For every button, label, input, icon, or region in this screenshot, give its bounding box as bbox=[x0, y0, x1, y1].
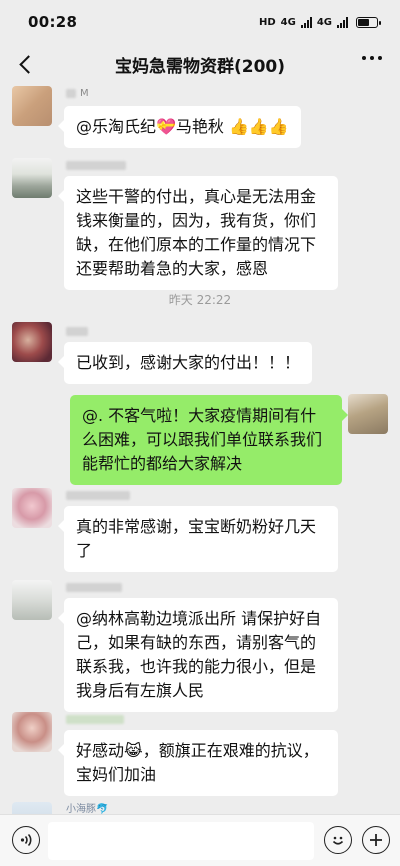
avatar[interactable] bbox=[12, 488, 52, 528]
sender-name bbox=[66, 489, 134, 501]
avatar[interactable] bbox=[12, 580, 52, 620]
message-input[interactable] bbox=[48, 822, 314, 860]
plus-icon[interactable] bbox=[362, 826, 390, 854]
message-list[interactable]: M @乐淘氏纪💝马艳秋 👍👍👍 这些干警的付出，真心是无法用金钱来衡量的，因为，… bbox=[0, 84, 400, 814]
network-4g-label: 4G bbox=[280, 16, 296, 28]
avatar[interactable] bbox=[12, 322, 52, 362]
input-bar bbox=[0, 814, 400, 866]
avatar[interactable] bbox=[12, 802, 52, 814]
message-bubble[interactable]: 这些干警的付出，真心是无法用金钱来衡量的，因为，我有货，你们缺，在他们原本的工作… bbox=[58, 176, 338, 290]
network-4g-label-2: 4G bbox=[316, 16, 332, 28]
sender-name bbox=[66, 159, 130, 171]
more-dots-icon[interactable] bbox=[362, 56, 382, 60]
status-icons: HD 4G 4G bbox=[258, 16, 381, 28]
sender-name: 小海豚🐬 bbox=[66, 803, 109, 815]
message-timestamp: 昨天 22:22 bbox=[168, 293, 232, 307]
avatar[interactable] bbox=[12, 86, 52, 126]
avatar[interactable] bbox=[12, 158, 52, 198]
sender-name bbox=[66, 325, 92, 337]
signal-icon bbox=[300, 16, 312, 28]
hd-label: HD bbox=[258, 16, 276, 28]
chat-title: 宝妈急需物资群(200) bbox=[114, 56, 286, 77]
message-bubble[interactable]: @. 不客气啦！大家疫情期间有什么困难，可以跟我们单位联系我们能帮忙的都给大家解… bbox=[70, 395, 348, 485]
message-bubble[interactable]: 真的非常感谢，宝宝断奶粉好几天了 bbox=[58, 506, 338, 572]
sender-name bbox=[66, 713, 128, 725]
avatar[interactable] bbox=[348, 394, 388, 434]
back-arrow-icon[interactable] bbox=[14, 52, 38, 76]
sender-name bbox=[66, 581, 126, 593]
message-bubble[interactable]: 好感动😹，额旗正在艰难的抗议，宝妈们加油 bbox=[58, 730, 338, 796]
battery-icon bbox=[356, 16, 381, 28]
signal-icon-2 bbox=[337, 16, 348, 28]
chat-header: 宝妈急需物资群(200) bbox=[0, 44, 400, 84]
message-bubble[interactable]: @纳林高勒边境派出所 请保护好自己，如果有缺的东西，请别客气的联系我，也许我的能… bbox=[58, 598, 338, 712]
avatar[interactable] bbox=[12, 712, 52, 752]
voice-icon[interactable] bbox=[12, 826, 40, 854]
status-bar: 00:28 HD 4G 4G bbox=[0, 0, 400, 44]
emoji-icon[interactable] bbox=[324, 826, 352, 854]
message-bubble[interactable]: 已收到，感谢大家的付出！！！ bbox=[57, 342, 313, 384]
sender-name: M bbox=[66, 87, 89, 99]
status-time: 00:28 bbox=[28, 13, 78, 31]
message-bubble[interactable]: @乐淘氏纪💝马艳秋 👍👍👍 bbox=[58, 106, 301, 148]
